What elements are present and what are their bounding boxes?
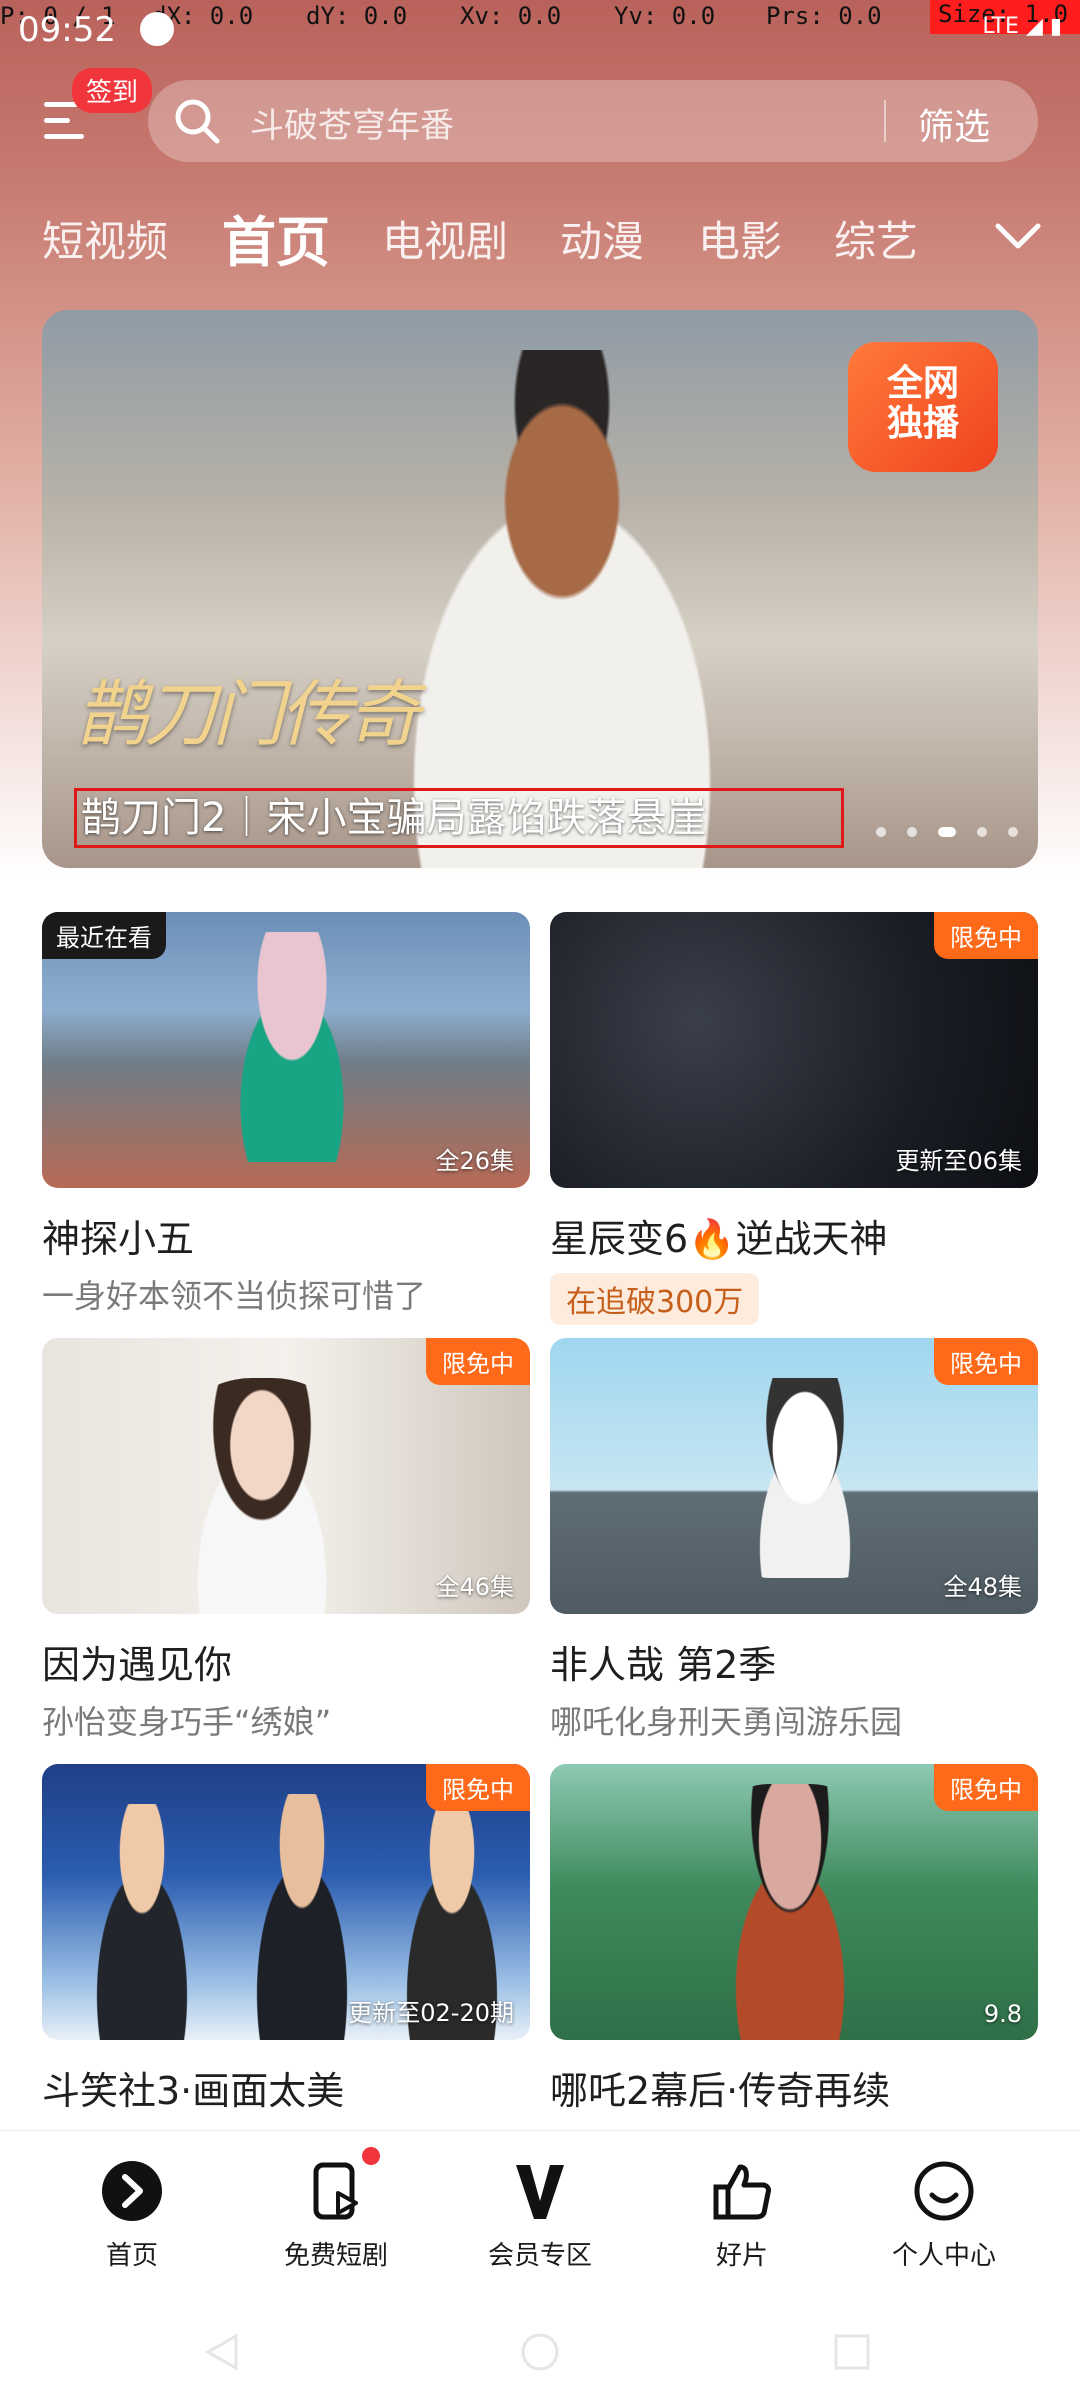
nav-home[interactable]: 首页 [32, 2159, 232, 2272]
play-icon [102, 2161, 162, 2221]
carousel-dot-active [938, 827, 957, 837]
notification-dot [362, 2147, 380, 2165]
carousel-dot [1008, 827, 1019, 837]
category-tabs: 短视频 首页 电视剧 动漫 电影 综艺 [0, 196, 1080, 276]
video-card[interactable]: 限免中 全48集 非人哉 第2季 哪吒化身刑天勇闯游乐园 [550, 1338, 1038, 1743]
video-card[interactable]: 限免中 全46集 因为遇见你 孙怡变身巧手“绣娘” [42, 1338, 530, 1743]
nezha-figure [700, 1784, 880, 2040]
video-thumbnail: 最近在看 全26集 [42, 912, 530, 1188]
nav-free-short-drama[interactable]: 免费短剧 [236, 2147, 436, 2272]
vip-v-icon [516, 2165, 564, 2219]
exclusive-badge: 全网 独播 [848, 342, 998, 472]
nav-vip[interactable]: 会员专区 [440, 2159, 640, 2272]
video-card[interactable]: 限免中 更新至02-20期 斗笑社3·画面太美 [42, 1764, 530, 2115]
free-badge: 限免中 [934, 1764, 1038, 1811]
signal-icon: ◢ [1025, 14, 1043, 39]
nav-good-films-label: 好片 [715, 2241, 768, 2271]
video-card[interactable]: 限免中 9.8 哪吒2幕后·传奇再续 [550, 1764, 1038, 2115]
free-badge: 限免中 [426, 1338, 530, 1385]
video-title: 非人哉 第2季 [550, 1643, 777, 1687]
show-logo: 鹊刀门传奇 [76, 672, 420, 756]
app-notification-icon [140, 12, 174, 46]
free-badge: 限免中 [934, 912, 1038, 959]
debug-dy: dY: 0.0 [306, 2, 408, 30]
nav-profile[interactable]: 个人中心 [844, 2159, 1044, 2272]
chevron-down-icon[interactable] [992, 216, 1044, 256]
recents-icon[interactable] [830, 2330, 874, 2374]
filter-button[interactable]: 筛选 [918, 98, 990, 150]
episode-count: 更新至06集 [895, 1147, 1022, 1175]
debug-prs: Prs: 0.0 [766, 2, 882, 30]
tab-home[interactable]: 首页 [222, 198, 330, 277]
signin-badge[interactable]: 签到 [72, 68, 153, 113]
thumbs-up-icon [713, 2164, 771, 2220]
nav-good-films[interactable]: 好片 [642, 2159, 842, 2272]
debug-yv: Yv: 0.0 [614, 2, 716, 30]
carousel-dot [977, 827, 988, 837]
back-icon[interactable] [200, 2330, 244, 2374]
banner-caption: 鹊刀门2｜宋小宝骗局露馅跌落悬崖 [74, 788, 844, 848]
carousel-dot [876, 827, 886, 837]
battery-icon: ▮ [1049, 14, 1062, 39]
video-subtitle: 哪吒化身刑天勇闯游乐园 [550, 1703, 903, 1741]
video-card[interactable]: 最近在看 全26集 神探小五 一身好本领不当侦探可惜了 [42, 912, 530, 1317]
smile-icon [914, 2161, 974, 2221]
phone-play-icon [313, 2162, 358, 2220]
tab-tv-series[interactable]: 电视剧 [382, 208, 508, 269]
carousel-indicator [876, 822, 1034, 842]
episode-count: 全26集 [435, 1147, 514, 1175]
exclusive-badge-line2: 独播 [886, 403, 959, 444]
video-title: 因为遇见你 [42, 1643, 233, 1687]
search-icon [175, 99, 220, 144]
tab-movie[interactable]: 电影 [698, 208, 782, 269]
trending-pill: 在追破300万 [550, 1273, 760, 1325]
video-title: 哪吒2幕后·传奇再续 [550, 2069, 891, 2113]
free-badge: 限免中 [426, 1764, 530, 1811]
video-thumbnail: 限免中 9.8 [550, 1764, 1038, 2040]
home-icon[interactable] [518, 2330, 562, 2374]
video-title: 神探小五 [42, 1217, 195, 1261]
video-thumbnail: 限免中 全46集 [42, 1338, 530, 1614]
bottom-navigation: 首页 免费短剧 会员专区 好片 个人中心 [0, 2130, 1080, 2271]
video-subtitle: 一身好本领不当侦探可惜了 [42, 1277, 427, 1315]
debug-xv: Xv: 0.0 [460, 2, 562, 30]
episode-count: 全48集 [943, 1573, 1022, 1601]
video-thumbnail: 限免中 全48集 [550, 1338, 1038, 1614]
nav-vip-label: 会员专区 [487, 2241, 592, 2271]
network-type: LTE [982, 14, 1019, 39]
video-thumbnail: 限免中 更新至02-20期 [42, 1764, 530, 2040]
status-network: LTE ◢ ▮ [982, 14, 1062, 39]
system-navigation-bar [0, 2290, 1080, 2400]
video-title: 斗笑社3·画面太美 [42, 2069, 345, 2113]
episode-count: 更新至02-20期 [348, 1999, 514, 2027]
video-card[interactable]: 限免中 更新至06集 星辰变6🔥逆战天神 在追破300万 [550, 912, 1038, 1325]
free-badge: 限免中 [934, 1338, 1038, 1385]
nav-free-short-drama-label: 免费短剧 [283, 2241, 388, 2271]
tab-anime[interactable]: 动漫 [560, 208, 644, 269]
search-divider [884, 100, 886, 142]
character-figure [212, 932, 372, 1162]
tab-short-video[interactable]: 短视频 [42, 208, 168, 269]
recently-watched-badge: 最近在看 [42, 912, 166, 959]
tab-variety[interactable]: 综艺 [834, 208, 918, 269]
nav-home-label: 首页 [105, 2241, 158, 2271]
nav-profile-label: 个人中心 [891, 2241, 996, 2271]
performer-figure [72, 1804, 212, 2040]
video-title: 星辰变6🔥逆战天神 [550, 1217, 888, 1261]
episode-count: 全46集 [435, 1573, 514, 1601]
search-placeholder: 斗破苍穹年番 [250, 106, 454, 146]
cartoon-figure [730, 1378, 880, 1578]
carousel-dot [907, 827, 918, 837]
search-bar[interactable]: 斗破苍穹年番 筛选 [148, 80, 1038, 162]
featured-banner[interactable]: 鹊刀门传奇 全网 独播 鹊刀门2｜宋小宝骗局露馅跌落悬崖 [42, 310, 1038, 868]
video-subtitle: 孙怡变身巧手“绣娘” [42, 1703, 332, 1741]
exclusive-badge-line1: 全网 [886, 363, 959, 404]
actress-figure [162, 1378, 362, 1614]
rating-score: 9.8 [983, 2000, 1022, 2028]
status-time: 09:52 [18, 10, 116, 50]
video-thumbnail: 限免中 更新至06集 [550, 912, 1038, 1188]
